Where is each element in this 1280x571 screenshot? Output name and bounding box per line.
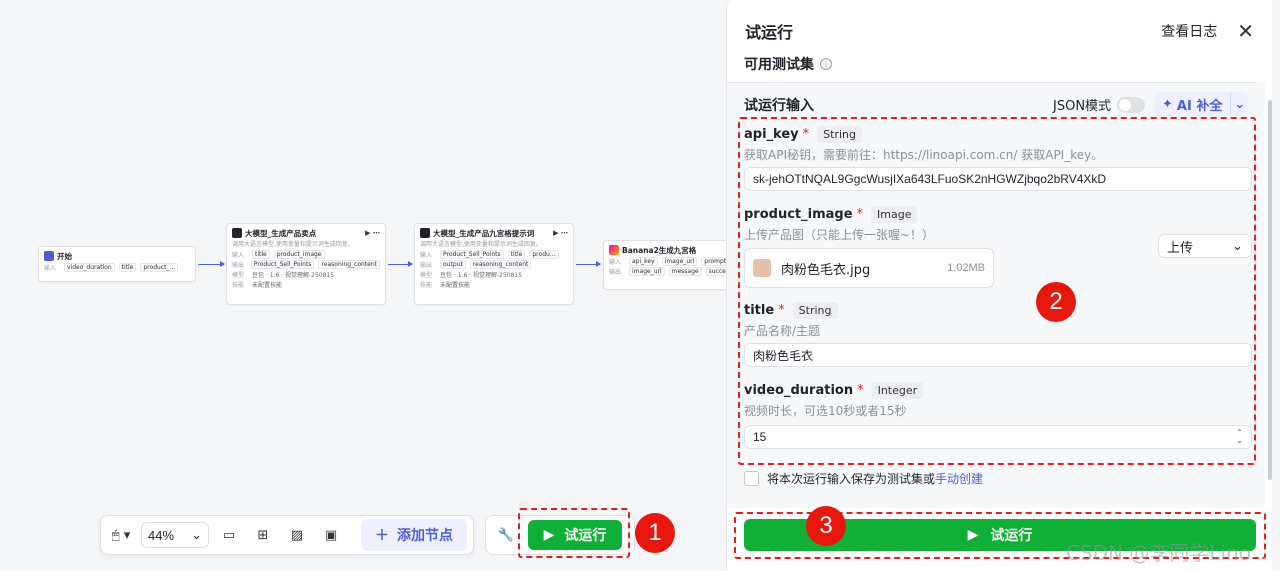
manual-create-link[interactable]: 手动创建 [935, 472, 983, 486]
image-icon[interactable]: ▨ [283, 521, 311, 549]
start-node-icon [44, 251, 54, 261]
panel-title: 试运行 [745, 23, 794, 42]
var-tag: api_key [629, 256, 658, 266]
annotation-badge-1: 1 [635, 513, 675, 553]
node-title: 大模型_生成产品卖点 [245, 228, 317, 238]
ai-fill-label: AI 补全 [1176, 98, 1223, 114]
info-icon[interactable]: i [820, 58, 832, 70]
var-tag: Product_Sell_Points [440, 249, 504, 259]
close-icon[interactable]: ✕ [1237, 19, 1254, 43]
json-mode: JSON模式 [1053, 95, 1146, 114]
var-tag: Product_Sell_Points [250, 259, 315, 269]
wrench-icon[interactable]: 🔧 [492, 521, 520, 549]
var-tag: reasoning_content [318, 259, 380, 269]
var-tag: message [668, 266, 702, 276]
ai-fill-button[interactable]: ✦ AI 补全 ⌄ [1154, 92, 1248, 116]
skill-value: 未配置技能 [252, 281, 283, 289]
row-label: 模型 [420, 271, 433, 279]
watermark: CSDN @李同学Lino [1066, 541, 1251, 565]
sparkle-icon: ✦ [1162, 96, 1173, 112]
model-name: 豆包 · 1.6 · 视觉理解-250815 [252, 271, 335, 279]
skill-value: 未配置技能 [440, 281, 471, 289]
zoom-select[interactable]: 44% ⌄ [141, 522, 209, 548]
chevron-down-icon: ⌄ [191, 527, 202, 542]
node-actions-icon[interactable]: ▶ ⋯ [553, 229, 568, 237]
var-tag: video_duration [64, 262, 115, 272]
json-mode-toggle[interactable] [1117, 96, 1146, 113]
node-title: 大模型_生成产品九宫格提示词 [433, 228, 535, 238]
var-tag: product_... [140, 262, 179, 272]
layout-icon[interactable]: ⊞ [249, 521, 277, 549]
var-tag: image_url [661, 256, 698, 266]
row-label: 输出 [420, 261, 433, 269]
plus-icon: ＋ [375, 528, 389, 544]
minimap-icon[interactable]: ▣ [317, 521, 345, 549]
node-title: Banana2生成九宫格 [622, 245, 697, 255]
edge [388, 261, 413, 267]
comment-icon[interactable]: ▭ [215, 521, 243, 549]
node-title: 开始 [57, 251, 72, 261]
add-node-label: 添加节点 [397, 528, 453, 544]
section-title: 试运行输入 [744, 98, 814, 114]
testset-text: 可用测试集 [744, 57, 814, 73]
node-desc: 调用大语言模型,使用变量和提示词生成回复。 [232, 241, 354, 248]
banana-icon [609, 245, 619, 255]
row-label: 技能 [420, 281, 433, 289]
chevron-down-icon[interactable]: ⌄ [1231, 97, 1248, 112]
node-llm-sell-points[interactable]: 大模型_生成产品卖点 ▶ ⋯ 调用大语言模型,使用变量和提示词生成回复。 输入 ti… [226, 223, 386, 305]
var-tag: title [507, 249, 526, 259]
var-tag: product_image [273, 249, 325, 259]
json-mode-label: JSON模式 [1053, 99, 1112, 114]
var-tag: produ... [529, 249, 559, 259]
save-text: 将本次运行输入保存为测试集或 [767, 472, 936, 486]
edge [576, 261, 601, 267]
canvas-edge [1272, 0, 1280, 571]
var-tag: prompt [701, 256, 730, 266]
annotation-badge-3: 3 [806, 506, 846, 546]
row-label: 输入 [420, 251, 433, 259]
var-tag: output [440, 259, 466, 269]
var-tag: image_url [629, 266, 665, 276]
edge [198, 261, 225, 267]
save-testset-checkbox[interactable] [744, 471, 759, 486]
row-label: 技能 [232, 281, 245, 289]
node-actions-icon[interactable]: ▶ ⋯ [365, 229, 380, 237]
row-label: 输出 [232, 261, 245, 269]
add-node-button[interactable]: ＋ 添加节点 [361, 519, 467, 551]
node-llm-grid-prompt[interactable]: 大模型_生成产品九宫格提示词 ▶ ⋯ 调用大语言模型,使用变量和提示词生成回复。 … [414, 223, 574, 305]
row-label: 模型 [232, 271, 245, 279]
view-log-button[interactable]: 查看日志 [1161, 21, 1217, 41]
var-tag: reasoning_content [469, 259, 532, 269]
row-label: 输入 [609, 258, 622, 266]
canvas-toolbar: 🖱 ▾ 44% ⌄ ▭ ⊞ ▨ ▣ ＋ 添加节点 [100, 515, 474, 555]
row-label: 输入 [232, 251, 245, 259]
llm-icon [232, 228, 242, 238]
mouse-mode-icon[interactable]: 🖱 ▾ [107, 521, 135, 549]
var-tag: title [252, 249, 270, 259]
annotation-box-2 [738, 117, 1256, 465]
row-label: 输入 [44, 264, 57, 272]
node-start[interactable]: 开始 输入 video_duration title product_... [38, 246, 196, 282]
testset-label: 可用测试集 i [744, 54, 832, 74]
zoom-value: 44% [148, 527, 175, 543]
save-testset-row: 将本次运行输入保存为测试集或手动创建 [744, 470, 983, 487]
node-desc: 调用大语言模型,使用变量和提示词生成回复。 [420, 241, 542, 248]
row-label: 输出 [609, 268, 622, 276]
panel-header: 试运行 查看日志 ✕ [727, 0, 1272, 62]
node-banana-grid[interactable]: Banana2生成九宫格 输入 api_key image_url prompt 输出… [603, 240, 743, 290]
annotation-box-1 [518, 508, 630, 558]
var-tag: title [118, 262, 137, 272]
llm-icon [420, 228, 430, 238]
annotation-badge-2: 2 [1036, 282, 1076, 322]
model-name: 豆包 · 1.6 · 视觉理解-250815 [440, 271, 523, 279]
